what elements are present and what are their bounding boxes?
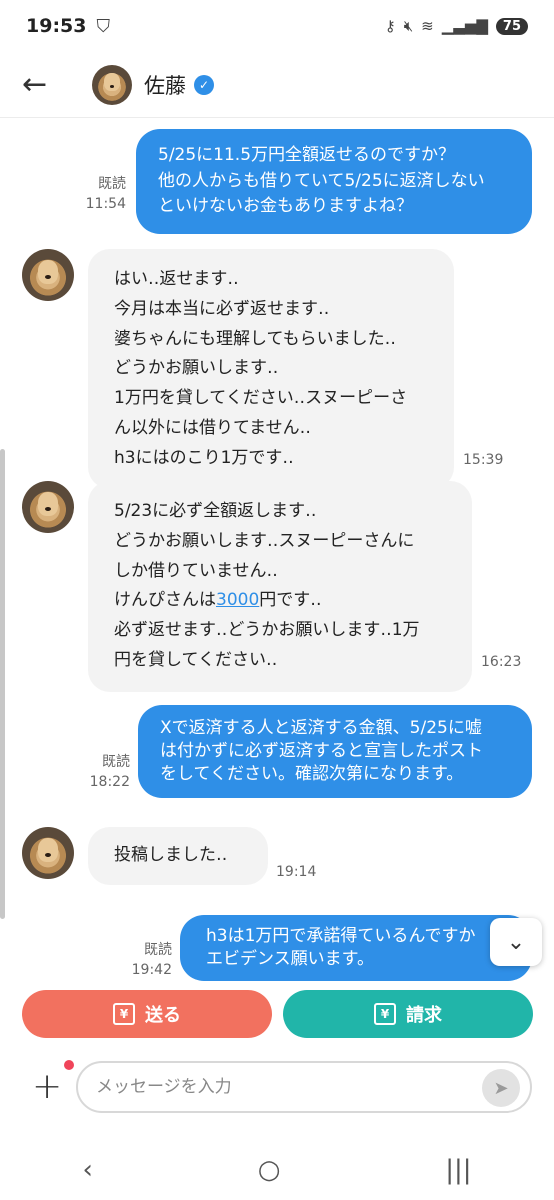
- contact-avatar[interactable]: [92, 64, 132, 105]
- home-nav-icon[interactable]: ○: [258, 1155, 281, 1185]
- message-text: 円です‥: [259, 590, 322, 611]
- yen-request-icon: ¥: [374, 1003, 396, 1025]
- read-receipt: 既読: [102, 754, 130, 770]
- message-meta: 既読 18:22: [84, 753, 130, 792]
- plus-icon[interactable]: +: [32, 1066, 62, 1107]
- incoming-message-bubble[interactable]: はい‥返せます‥ 今月は本当に必ず返せます‥ 婆ちゃんにも理解してもらいました‥…: [88, 249, 454, 490]
- outgoing-message-bubble[interactable]: h3は1万円で承諾得ているんですか エビデンス願います。: [180, 915, 532, 981]
- message-line: 円を貸してください‥: [114, 649, 278, 670]
- back-nav-icon[interactable]: ‹: [82, 1155, 92, 1185]
- incoming-message-bubble[interactable]: 投稿しました‥: [88, 827, 268, 885]
- chat-header: ← 佐藤 ✓: [0, 52, 554, 118]
- key-icon: ⚷: [384, 17, 396, 35]
- battery-indicator: 75: [495, 17, 528, 35]
- message-meta: 既読 11:54: [80, 175, 126, 214]
- outgoing-message-bubble[interactable]: Xで返済する人と返済する金額、5/25に嘘 は付かずに必ず返済すると宣言したポス…: [138, 705, 532, 798]
- message-line: けんぴさんは3000円です‥: [114, 586, 446, 616]
- send-money-button[interactable]: ¥ 送る: [22, 990, 272, 1038]
- message-line: h3にはのこり1万です‥: [114, 447, 294, 468]
- message-line: ん以外には借りてません‥: [114, 417, 311, 438]
- message-text: 5/25に11.5万円全額返せるのですか？: [158, 145, 456, 165]
- message-line: 5/23に必ず全額返します‥: [114, 501, 317, 521]
- message-line: といけないお金もありますよね？: [158, 196, 413, 216]
- message-line: 婆ちゃんにも理解してもらいました‥: [114, 328, 396, 349]
- back-arrow-icon[interactable]: ←: [22, 67, 62, 102]
- request-money-button[interactable]: ¥ 請求: [283, 990, 533, 1038]
- incoming-message-bubble[interactable]: 5/23に必ず全額返します‥ どうかお願いします‥スヌーピーさんに しか借りてい…: [88, 481, 472, 692]
- yen-send-icon: ¥: [113, 1003, 135, 1025]
- sender-avatar[interactable]: [22, 827, 74, 879]
- message-line: どうかお願いします‥: [114, 358, 279, 379]
- outgoing-message-bubble[interactable]: 5/25に11.5万円全額返せるのですか？ 他の人からも借りていて5/25に返済…: [136, 129, 532, 234]
- read-receipt: 既読: [144, 942, 172, 958]
- sender-avatar[interactable]: [22, 249, 74, 301]
- status-icons: ⚷ 🔇︎ ≋ ▁▃▅▇ 75: [385, 17, 528, 35]
- wifi-icon: ≋: [421, 17, 434, 35]
- message-time: 16:23: [481, 654, 522, 670]
- contact-name[interactable]: 佐藤: [144, 70, 186, 100]
- send-icon[interactable]: ➤: [482, 1069, 520, 1107]
- status-time: 19:53: [26, 15, 87, 37]
- message-line: エビデンス願います。: [206, 948, 374, 969]
- message-time: 15:39: [463, 452, 504, 468]
- message-line: は付かずに必ず返済すると宣言したポスト: [160, 740, 483, 761]
- send-money-label: 送る: [145, 1005, 181, 1026]
- recents-nav-icon[interactable]: |||: [445, 1155, 471, 1185]
- message-list[interactable]: 既読 11:54 5/25に11.5万円全額返せるのですか？ 他の人からも借りて…: [0, 119, 554, 989]
- message-meta: 既読 19:42: [126, 941, 172, 980]
- amount-link[interactable]: 3000: [216, 590, 259, 610]
- message-line: Xで返済する人と返済する金額、5/25に嘘: [160, 718, 482, 738]
- message-line: をしてください。確認次第になります。: [160, 763, 464, 784]
- scrollbar[interactable]: [0, 449, 5, 919]
- message-line: はい‥返せます‥: [114, 269, 239, 289]
- message-line: 5/25に11.5万円全額返せるのですか？: [158, 143, 510, 169]
- sender-avatar[interactable]: [22, 481, 74, 533]
- notification-dot: [64, 1060, 74, 1070]
- request-money-label: 請求: [406, 1005, 442, 1026]
- message-line: h3は1万円で承諾得ているんですか: [206, 926, 476, 946]
- message-time: 18:22: [89, 773, 130, 790]
- status-bar: 19:53 ⛉ ⚷ 🔇︎ ≋ ▁▃▅▇ 75: [0, 0, 554, 52]
- mute-icon: 🔇︎: [403, 17, 414, 35]
- message-line: 他の人からも借りていて5/25に返済しない: [158, 170, 485, 191]
- message-line: どうかお願いします‥スヌーピーさんに: [114, 530, 415, 551]
- message-input[interactable]: [96, 1077, 456, 1097]
- message-line: しか借りていません‥: [114, 560, 278, 581]
- message-line: 1万円を貸してください‥スヌーピーさ: [114, 388, 408, 408]
- message-time: 19:14: [276, 864, 317, 880]
- scroll-to-bottom-button[interactable]: ⌄: [490, 918, 542, 966]
- verified-badge-icon: ✓: [194, 74, 214, 95]
- message-text: けんぴさんは: [114, 590, 216, 611]
- system-nav-bar: ‹ ○ |||: [0, 1140, 554, 1200]
- read-receipt: 既読: [98, 176, 126, 192]
- message-line: 投稿しました‥: [114, 845, 228, 865]
- chevron-down-icon: ⌄: [506, 929, 526, 955]
- message-line: 必ず返せます‥どうかお願いします‥1万: [114, 620, 420, 640]
- message-line: 今月は本当に必ず返せます‥: [114, 298, 330, 319]
- message-time: 19:42: [131, 961, 172, 978]
- message-time: 11:54: [85, 195, 126, 212]
- shield-icon: ⛉: [96, 15, 110, 37]
- message-input-container: ➤: [76, 1061, 532, 1113]
- signal-icon: ▁▃▅▇: [441, 17, 488, 35]
